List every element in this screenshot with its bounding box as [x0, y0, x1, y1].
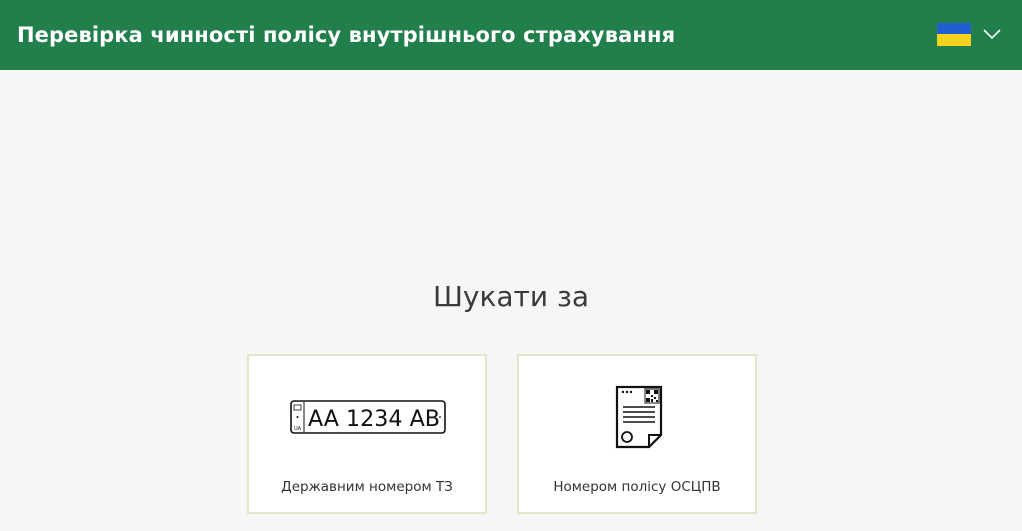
search-by-plate-label: Державним номером ТЗ — [281, 479, 453, 495]
page-title: Перевірка чинності полісу внутрішнього с… — [17, 23, 676, 47]
ukraine-flag-icon — [937, 22, 971, 46]
qr-code-icon — [644, 388, 660, 404]
search-by-policy-label: Номером полісу ОСЦПВ — [553, 479, 721, 495]
plate-number-text: AA 1234 AB — [308, 407, 440, 432]
plate-country-code: UA — [294, 426, 302, 432]
language-selector[interactable] — [937, 21, 1005, 47]
search-by-policy-card[interactable]: Номером полісу ОСЦПВ — [517, 354, 757, 514]
policy-document-icon — [615, 385, 663, 449]
license-plate-icon: UA AA 1234 AB — [290, 400, 446, 434]
top-header: Перевірка чинності полісу внутрішнього с… — [0, 0, 1022, 70]
search-by-plate-card[interactable]: UA AA 1234 AB Державним номером ТЗ — [247, 354, 487, 514]
search-by-heading: Шукати за — [432, 280, 590, 313]
chevron-down-icon — [983, 29, 1001, 40]
